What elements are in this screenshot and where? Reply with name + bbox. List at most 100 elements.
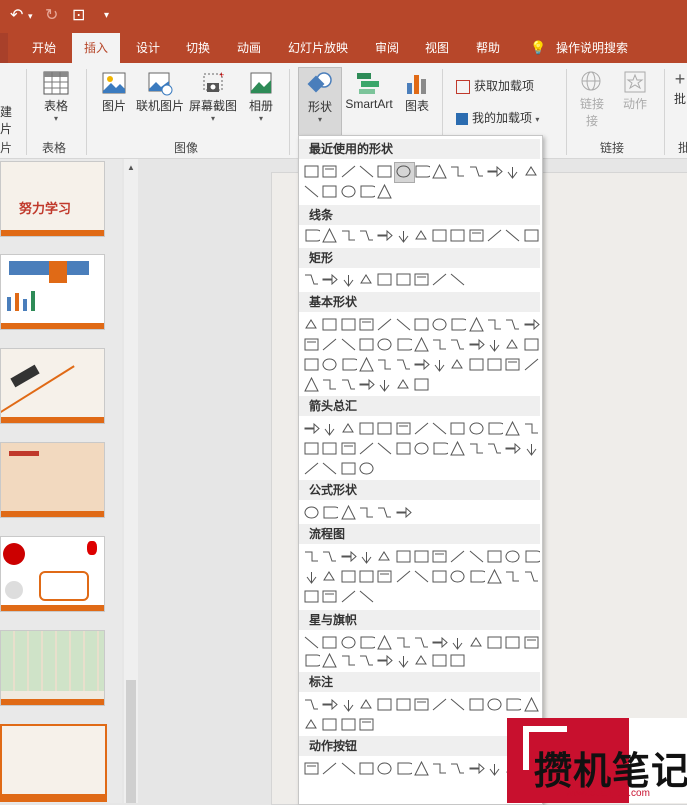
shapes-button[interactable]: 形状 ▾	[298, 67, 342, 137]
slide-thumbnail[interactable]	[0, 536, 105, 612]
gallery-shape-icon[interactable]	[395, 504, 412, 521]
gallery-shape-icon[interactable]	[468, 568, 488, 585]
gallery-shape-icon[interactable]	[340, 634, 357, 651]
gallery-shape-icon[interactable]	[504, 548, 521, 565]
gallery-shape-icon[interactable]	[413, 760, 430, 777]
gallery-shape-icon[interactable]	[431, 440, 452, 457]
gallery-shape-icon[interactable]	[340, 316, 357, 333]
gallery-shape-icon[interactable]	[358, 271, 375, 288]
gallery-shape-icon[interactable]	[303, 420, 320, 437]
gallery-shape-icon[interactable]	[413, 652, 430, 669]
gallery-shape-icon[interactable]	[303, 356, 320, 373]
gallery-shape-icon[interactable]	[468, 440, 485, 457]
gallery-shape-icon[interactable]	[486, 568, 503, 585]
gallery-shape-icon[interactable]	[413, 548, 430, 565]
gallery-shape-icon[interactable]	[449, 548, 466, 565]
gallery-shape-icon[interactable]	[376, 336, 393, 353]
gallery-shape-icon[interactable]	[431, 336, 448, 353]
gallery-shape-icon[interactable]	[431, 548, 448, 565]
gallery-shape-icon[interactable]	[523, 316, 540, 333]
gallery-shape-icon[interactable]	[449, 652, 466, 669]
gallery-shape-icon[interactable]	[504, 440, 522, 457]
customize-qat-icon[interactable]: ▾	[104, 6, 109, 26]
gallery-shape-icon[interactable]	[340, 504, 357, 521]
gallery-shape-icon[interactable]	[504, 163, 521, 180]
gallery-shape-icon[interactable]	[468, 420, 485, 437]
tab-review[interactable]: 审阅	[375, 33, 399, 63]
gallery-shape-icon[interactable]	[413, 440, 430, 457]
gallery-shape-icon[interactable]	[504, 316, 521, 333]
gallery-shape-icon[interactable]	[486, 420, 506, 437]
tab-file-partial[interactable]	[0, 33, 8, 63]
slide-thumbnail[interactable]: 努力学习	[0, 161, 105, 237]
gallery-shape-icon[interactable]	[395, 163, 412, 180]
gallery-shape-icon[interactable]	[321, 163, 338, 180]
new-slide-label-partial-2[interactable]: 片	[0, 120, 12, 137]
gallery-shape-icon[interactable]	[449, 760, 466, 777]
tab-help[interactable]: 帮助	[476, 33, 500, 63]
gallery-shape-icon[interactable]	[376, 760, 393, 777]
gallery-shape-icon[interactable]	[358, 460, 375, 477]
gallery-shape-icon[interactable]	[413, 227, 430, 244]
gallery-shape-icon[interactable]	[358, 336, 375, 353]
gallery-shape-icon[interactable]	[468, 316, 485, 333]
gallery-shape-icon[interactable]	[449, 163, 466, 180]
gallery-shape-icon[interactable]	[523, 356, 540, 373]
gallery-shape-icon[interactable]	[358, 163, 375, 180]
gallery-shape-icon[interactable]	[504, 336, 521, 353]
gallery-shape-icon[interactable]	[303, 716, 320, 733]
gallery-shape-icon[interactable]	[340, 163, 357, 180]
gallery-shape-icon[interactable]	[449, 634, 466, 651]
scroll-up-icon[interactable]: ▲	[127, 163, 135, 172]
gallery-shape-icon[interactable]	[376, 163, 393, 180]
gallery-shape-icon[interactable]	[358, 356, 375, 373]
gallery-shape-icon[interactable]	[340, 183, 357, 200]
gallery-shape-icon[interactable]	[340, 271, 357, 288]
gallery-shape-icon[interactable]	[413, 376, 430, 393]
gallery-shape-icon[interactable]	[321, 548, 338, 565]
tab-animations[interactable]: 动画	[237, 33, 261, 63]
gallery-shape-icon[interactable]	[303, 271, 320, 288]
gallery-shape-icon[interactable]	[523, 227, 540, 244]
gallery-shape-icon[interactable]	[449, 420, 466, 437]
gallery-shape-icon[interactable]	[358, 588, 375, 605]
gallery-shape-icon[interactable]	[449, 440, 466, 457]
smartart-button[interactable]: SmartArt	[342, 69, 396, 111]
gallery-shape-icon[interactable]	[303, 163, 320, 180]
gallery-shape-icon[interactable]	[321, 696, 339, 713]
gallery-shape-icon[interactable]	[303, 376, 320, 393]
gallery-shape-icon[interactable]	[523, 634, 540, 651]
gallery-shape-icon[interactable]	[376, 376, 393, 393]
gallery-shape-icon[interactable]	[321, 316, 338, 333]
gallery-shape-icon[interactable]	[376, 696, 393, 713]
gallery-shape-icon[interactable]	[303, 460, 320, 477]
gallery-shape-icon[interactable]	[376, 440, 393, 457]
gallery-shape-icon[interactable]	[340, 588, 357, 605]
gallery-shape-icon[interactable]	[358, 376, 375, 393]
gallery-shape-icon[interactable]	[358, 316, 375, 333]
photo-album-button[interactable]: 相册 ▾	[243, 69, 279, 123]
gallery-shape-icon[interactable]	[468, 696, 485, 713]
gallery-shape-icon[interactable]	[303, 568, 320, 585]
gallery-shape-icon[interactable]	[340, 696, 357, 713]
gallery-shape-icon[interactable]	[413, 634, 430, 651]
gallery-shape-icon[interactable]	[376, 316, 393, 333]
gallery-shape-icon[interactable]	[321, 183, 338, 200]
gallery-shape-icon[interactable]	[303, 440, 320, 457]
gallery-shape-icon[interactable]	[321, 440, 338, 457]
gallery-shape-icon[interactable]	[395, 420, 412, 437]
gallery-shape-icon[interactable]	[413, 336, 430, 353]
slide-thumbnail[interactable]	[0, 254, 105, 330]
tab-transitions[interactable]: 切换	[186, 33, 210, 63]
gallery-shape-icon[interactable]	[358, 504, 375, 521]
gallery-shape-icon[interactable]	[303, 227, 323, 244]
gallery-shape-icon[interactable]	[358, 652, 375, 669]
gallery-shape-icon[interactable]	[486, 316, 503, 333]
gallery-shape-icon[interactable]	[523, 548, 542, 565]
gallery-shape-icon[interactable]	[340, 356, 360, 373]
slide-thumbnail[interactable]	[0, 348, 105, 424]
screenshot-button[interactable]: + 屏幕截图 ▾	[188, 69, 238, 123]
gallery-shape-icon[interactable]	[376, 548, 393, 565]
table-button[interactable]: 表格 ▾	[36, 69, 76, 123]
gallery-shape-icon[interactable]	[395, 548, 412, 565]
